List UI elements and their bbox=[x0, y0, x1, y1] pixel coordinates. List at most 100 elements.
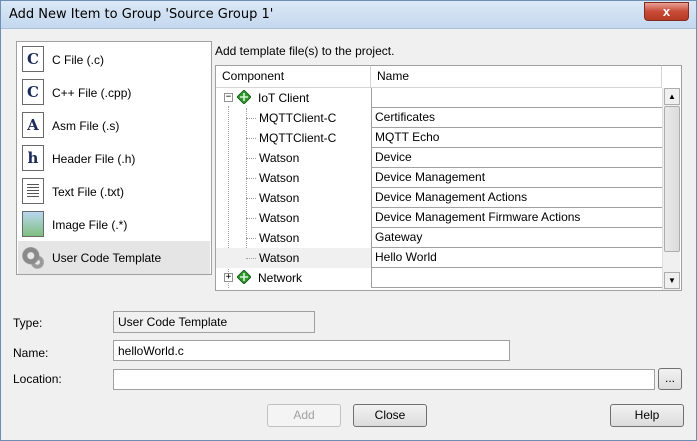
component-cell: Watson bbox=[216, 168, 371, 188]
add-button[interactable]: Add bbox=[267, 404, 341, 427]
component-cell: Watson bbox=[216, 228, 371, 248]
type-value: User Code Template bbox=[113, 311, 315, 333]
location-input[interactable] bbox=[113, 369, 655, 390]
tree-branch-line bbox=[246, 258, 256, 259]
close-window-button[interactable]: x bbox=[644, 2, 689, 21]
tree-branch-line bbox=[246, 198, 256, 199]
file-type-item[interactable]: Image File (.*) bbox=[18, 208, 210, 241]
tree-row[interactable]: Watson Hello World bbox=[216, 248, 663, 268]
template-name-cell[interactable]: Device bbox=[371, 148, 663, 168]
tree-row[interactable]: Watson Device Management Firmware Actions bbox=[216, 208, 663, 228]
template-name-cell[interactable]: Device Management bbox=[371, 168, 663, 188]
component-cell: Watson bbox=[216, 148, 371, 168]
cpp-file-icon: C bbox=[22, 79, 44, 105]
component-label: MQTTClient-C bbox=[259, 111, 337, 125]
component-cell: − IoT Client bbox=[216, 88, 371, 108]
template-name-cell[interactable]: Device Management Firmware Actions bbox=[371, 208, 663, 228]
tree-row[interactable]: + Network bbox=[216, 268, 663, 288]
name-input[interactable]: helloWorld.c bbox=[113, 340, 510, 361]
component-label: Watson bbox=[259, 251, 300, 265]
dialog-title: Add New Item to Group 'Source Group 1' bbox=[9, 7, 274, 22]
component-cell: Watson bbox=[216, 208, 371, 228]
close-icon: x bbox=[662, 4, 671, 19]
component-cell: Watson bbox=[216, 248, 371, 268]
template-hint: Add template file(s) to the project. bbox=[215, 44, 395, 58]
text-file-icon bbox=[22, 178, 44, 204]
title-bar[interactable]: Add New Item to Group 'Source Group 1' x bbox=[1, 1, 696, 29]
file-type-item[interactable]: C C++ File (.cpp) bbox=[18, 76, 210, 109]
header-file-icon: h bbox=[22, 145, 44, 171]
tree-row[interactable]: Watson Gateway bbox=[216, 228, 663, 248]
arrow-down-icon: ▼ bbox=[668, 276, 676, 285]
component-icon bbox=[237, 270, 251, 284]
asm-file-icon: A bbox=[22, 112, 44, 138]
component-cell: + Network bbox=[216, 268, 371, 288]
tree-branch-line bbox=[246, 178, 256, 179]
dialog-body: C C File (.c) C C++ File (.cpp) A Asm File (.… bbox=[8, 30, 689, 434]
tree-branch-line bbox=[246, 238, 256, 239]
image-file-icon bbox=[22, 211, 44, 237]
file-type-label: C++ File (.cpp) bbox=[52, 86, 132, 100]
tree-branch-line bbox=[246, 118, 256, 119]
tree-branch-line bbox=[246, 138, 256, 139]
column-header-component[interactable]: Component bbox=[216, 66, 371, 88]
file-type-label: C File (.c) bbox=[52, 53, 104, 67]
component-label: Watson bbox=[259, 151, 300, 165]
template-name-cell[interactable]: Hello World bbox=[371, 248, 663, 268]
tree-row[interactable]: Watson Device Management Actions bbox=[216, 188, 663, 208]
arrow-up-icon: ▲ bbox=[668, 92, 676, 101]
scroll-thumb[interactable] bbox=[664, 106, 680, 252]
column-header-name[interactable]: Name bbox=[371, 66, 662, 88]
template-name-cell[interactable]: Gateway bbox=[371, 228, 663, 248]
expand-icon[interactable]: + bbox=[224, 273, 233, 282]
template-name-cell[interactable]: Device Management Actions bbox=[371, 188, 663, 208]
file-type-label: Header File (.h) bbox=[52, 152, 136, 166]
file-type-item[interactable]: C C File (.c) bbox=[18, 43, 210, 76]
file-type-item[interactable]: h Header File (.h) bbox=[18, 142, 210, 175]
file-type-label: Image File (.*) bbox=[52, 218, 128, 232]
component-cell: MQTTClient-C bbox=[216, 128, 371, 148]
tree-row[interactable]: Watson Device Management bbox=[216, 168, 663, 188]
component-label: Watson bbox=[259, 191, 300, 205]
scroll-down-button[interactable]: ▼ bbox=[664, 272, 680, 289]
tree-row[interactable]: − IoT Client bbox=[216, 88, 663, 108]
gear-icon bbox=[22, 244, 44, 270]
tree-branch-line bbox=[246, 158, 256, 159]
help-button[interactable]: Help bbox=[610, 404, 684, 427]
scroll-up-button[interactable]: ▲ bbox=[664, 88, 680, 105]
close-button[interactable]: Close bbox=[353, 404, 427, 427]
name-label: Name: bbox=[13, 346, 49, 360]
add-new-item-dialog: Add New Item to Group 'Source Group 1' x… bbox=[0, 0, 697, 441]
tree-branch-line bbox=[246, 218, 256, 219]
component-label: Network bbox=[258, 271, 303, 285]
file-type-label: Asm File (.s) bbox=[52, 119, 120, 133]
component-label: Watson bbox=[259, 171, 300, 185]
file-type-list[interactable]: C C File (.c) C C++ File (.cpp) A Asm File (.… bbox=[16, 41, 212, 275]
tree-row[interactable]: MQTTClient-C Certificates bbox=[216, 108, 663, 128]
template-name-cell[interactable]: MQTT Echo bbox=[371, 128, 663, 148]
file-type-label: Text File (.txt) bbox=[52, 185, 125, 199]
template-name-cell[interactable] bbox=[371, 88, 663, 108]
file-type-item[interactable]: A Asm File (.s) bbox=[18, 109, 210, 142]
tree-row[interactable]: MQTTClient-C MQTT Echo bbox=[216, 128, 663, 148]
file-type-item[interactable]: Text File (.txt) bbox=[18, 175, 210, 208]
template-tree[interactable]: Component Name − IoT Client MQTTClient-C Ce… bbox=[215, 65, 682, 291]
type-label: Type: bbox=[13, 316, 43, 330]
tree-row[interactable]: Watson Device bbox=[216, 148, 663, 168]
component-label: IoT Client bbox=[258, 91, 310, 105]
component-label: Watson bbox=[259, 211, 300, 225]
template-name-cell[interactable] bbox=[371, 268, 663, 288]
component-label: MQTTClient-C bbox=[259, 131, 337, 145]
component-cell: MQTTClient-C bbox=[216, 108, 371, 128]
component-cell: Watson bbox=[216, 188, 371, 208]
browse-button[interactable]: ... bbox=[658, 368, 682, 390]
c-file-icon: C bbox=[22, 46, 44, 72]
file-type-item[interactable]: User Code Template bbox=[18, 241, 210, 274]
file-type-label: User Code Template bbox=[52, 251, 162, 265]
location-label: Location: bbox=[13, 372, 62, 386]
vertical-scrollbar[interactable]: ▲ ▼ bbox=[662, 88, 680, 290]
template-name-cell[interactable]: Certificates bbox=[371, 108, 663, 128]
component-label: Watson bbox=[259, 231, 300, 245]
collapse-icon[interactable]: − bbox=[224, 93, 233, 102]
component-icon bbox=[237, 90, 251, 104]
